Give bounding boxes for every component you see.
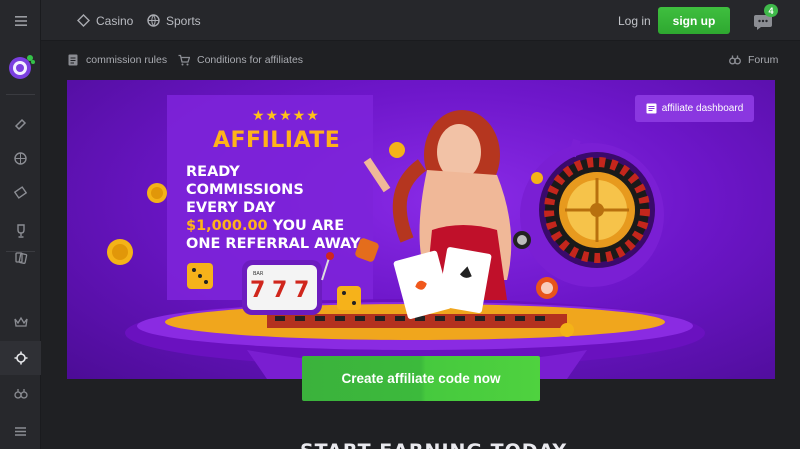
hero-line-4-rest: YOU ARE xyxy=(267,218,345,234)
forum-link[interactable]: Forum xyxy=(729,41,778,79)
forum-icon xyxy=(729,55,741,65)
hero-line-3: EVERY DAY xyxy=(186,200,276,216)
rating-stars-icon: ★★★★★ xyxy=(252,107,320,123)
binoculars-icon[interactable] xyxy=(0,377,41,411)
sub-bar: commission rules Conditions for affiliat… xyxy=(41,41,800,79)
conditions-link[interactable]: Conditions for affiliates xyxy=(178,41,303,79)
left-rail xyxy=(0,0,41,449)
affiliate-dashboard-button[interactable]: affiliate dashboard xyxy=(635,95,754,122)
svg-text:7: 7 xyxy=(272,278,287,303)
promo-icon[interactable] xyxy=(0,107,41,141)
conditions-label: Conditions for affiliates xyxy=(197,54,304,66)
document-icon xyxy=(68,54,78,66)
brand-logo-icon[interactable] xyxy=(6,52,36,82)
nav-sports[interactable]: Sports xyxy=(147,0,201,41)
cards-icon[interactable] xyxy=(0,240,41,274)
sports-icon xyxy=(147,14,160,27)
hero-amount: $1,000.00 xyxy=(186,218,268,234)
create-affiliate-code-button[interactable]: Create affiliate code now xyxy=(302,356,540,401)
affiliate-dashboard-label: affiliate dashboard xyxy=(661,103,744,114)
commission-rules-link[interactable]: commission rules xyxy=(67,41,167,79)
slot-bar-label: BAR xyxy=(253,271,264,277)
top-bar: Casino Sports Log in sign up 4 xyxy=(41,0,800,41)
svg-text:7: 7 xyxy=(250,278,265,303)
hero-line-1: READY xyxy=(186,164,240,180)
crown-icon[interactable] xyxy=(0,305,41,339)
hero-banner: 7 7 7 BAR ★★★★★ xyxy=(67,80,775,379)
ticket-icon[interactable] xyxy=(0,175,41,209)
hero-line-5: ONE REFERRAL AWAY xyxy=(186,236,361,252)
commission-rules-label: commission rules xyxy=(86,54,168,66)
affiliate-icon[interactable] xyxy=(0,341,41,375)
nav-casino-label: Casino xyxy=(96,13,134,28)
hero-title: AFFILIATE xyxy=(213,128,341,153)
casino-icon xyxy=(77,14,90,27)
forum-label: Forum xyxy=(748,54,779,66)
signup-button[interactable]: sign up xyxy=(658,7,730,34)
hero-illustration: 7 7 7 BAR xyxy=(107,95,705,379)
chat-badge: 4 xyxy=(764,4,778,17)
menu-icon[interactable] xyxy=(0,4,41,38)
login-button[interactable]: Log in xyxy=(618,0,651,41)
dashboard-icon xyxy=(646,103,657,114)
svg-text:7: 7 xyxy=(294,278,309,303)
hero-line-2: COMMISSIONS xyxy=(186,182,304,198)
nav-casino[interactable]: Casino xyxy=(77,0,133,41)
nav-sports-label: Sports xyxy=(166,13,201,28)
hero-line-4: $1,000.00 YOU ARE xyxy=(186,217,376,235)
basketball-icon[interactable] xyxy=(0,141,41,175)
hero-promo-text: READY COMMISSIONS EVERY DAY $1,000.00 YO… xyxy=(186,163,376,253)
list-settings-icon[interactable] xyxy=(0,414,41,448)
cart-icon xyxy=(178,54,190,66)
section-heading: START EARNING TODAY xyxy=(300,440,567,449)
